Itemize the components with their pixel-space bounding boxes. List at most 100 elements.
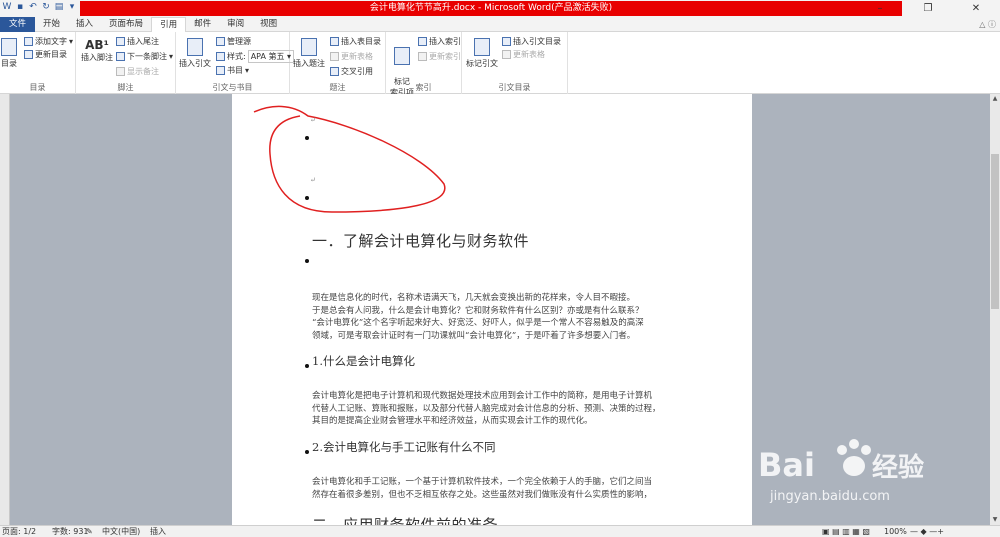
- window-controls: – ❐ ✕: [856, 0, 1000, 17]
- insert-table-of-figures-button[interactable]: 插入表目录: [330, 36, 381, 47]
- minimize-button[interactable]: –: [856, 0, 904, 17]
- paragraph-bullet: [305, 364, 309, 368]
- manage-sources-button[interactable]: 管理源: [216, 36, 251, 47]
- zoom-level[interactable]: 100%: [884, 526, 907, 537]
- tab-insert[interactable]: 插入: [68, 17, 101, 32]
- update-toa-button[interactable]: 更新表格: [502, 49, 545, 60]
- insert-citation-button[interactable]: 插入引文: [178, 38, 212, 69]
- update-table-label: 更新表格: [341, 52, 373, 61]
- caption-icon: [301, 38, 317, 56]
- insert-toa-button[interactable]: 插入引文目录: [502, 36, 561, 47]
- undo-icon[interactable]: ↶: [28, 2, 38, 13]
- mark-entry-icon: [394, 47, 410, 65]
- insert-footnote-button[interactable]: AB¹ 插入脚注: [80, 38, 114, 63]
- zoom-slider[interactable]: — ◆ —+: [910, 526, 944, 537]
- manage-sources-label: 管理源: [227, 37, 251, 46]
- style-selector[interactable]: 样式: APA 第五 ▾: [216, 50, 295, 63]
- redo-icon[interactable]: ↻: [41, 2, 51, 13]
- group-captions: 插入题注 插入表目录 更新表格 交叉引用 题注: [290, 32, 386, 94]
- insert-endnote-label: 插入尾注: [127, 37, 159, 46]
- footnote-ab-icon: AB¹: [85, 38, 109, 52]
- update-index-button[interactable]: 更新索引: [418, 51, 461, 62]
- paragraph-line: 领域，可是考取会计证时有一门功课就叫“会计电算化”，于是吓着了许多想要入门者。: [312, 330, 636, 341]
- next-footnote-button[interactable]: 下一条脚注 ▾: [116, 51, 173, 62]
- view-buttons[interactable]: ▣ ▤ ▥ ▦ ▧: [822, 526, 870, 537]
- cross-reference-button[interactable]: 交叉引用: [330, 66, 373, 77]
- add-text-label: 添加文字: [35, 37, 67, 46]
- heading-1b: 二．应用财务软件前的准备: [312, 516, 499, 525]
- tab-references[interactable]: 引用: [151, 16, 187, 32]
- svg-text:Bai: Bai: [758, 446, 815, 484]
- proofing-icon[interactable]: ✎: [86, 526, 93, 537]
- vertical-ruler: [0, 94, 10, 525]
- insert-endnote-button[interactable]: 插入尾注: [116, 36, 159, 47]
- paragraph-line: 其目的是提高企业财会管理水平和经济效益，从而实现会计工作的现代化。: [312, 416, 593, 426]
- ribbon: 目录 添加文字 ▾ 更新目录 目录 AB¹ 插入脚注 插入尾注 下一条脚注 ▾ 显示…: [0, 32, 1000, 97]
- tab-home[interactable]: 开始: [35, 17, 68, 32]
- insert-caption-button[interactable]: 插入题注: [292, 38, 326, 69]
- update-toa-icon: [502, 50, 511, 59]
- paragraph-line: 会计电算化是把电子计算机和现代数据处理技术应用到会计工作中的简称，是用电子计算机: [312, 391, 653, 401]
- update-toc-label: 更新目录: [35, 50, 67, 59]
- tab-review[interactable]: 审阅: [219, 17, 252, 32]
- style-dropdown[interactable]: APA 第五 ▾: [247, 50, 295, 63]
- page-count[interactable]: 页面: 1/2: [2, 526, 36, 537]
- svg-text:jingyan.baidu.com: jingyan.baidu.com: [769, 489, 890, 504]
- citation-icon: [187, 38, 203, 56]
- bibliography-button[interactable]: 书目 ▾: [216, 65, 249, 76]
- update-index-icon: [418, 52, 427, 61]
- word-count[interactable]: 字数: 931: [52, 526, 89, 537]
- save-icon[interactable]: ▪: [15, 2, 25, 13]
- scrollbar-thumb[interactable]: [991, 154, 999, 309]
- show-notes-button[interactable]: 显示备注: [116, 66, 159, 77]
- paragraph-line: 然存在着很多差别，但也不乏相互依存之处。这些虽然对我们做账没有什么实质性的影响，: [312, 489, 653, 500]
- mark-citation-button[interactable]: 标记引文: [464, 38, 500, 69]
- tab-file[interactable]: 文件: [0, 16, 36, 32]
- paragraph-3: 会计电算化和手工记账，一个基于计算机软件技术，一个完全依赖于人的手脑，它们之间当…: [312, 476, 712, 501]
- insert-index-button[interactable]: 插入索引: [418, 36, 461, 47]
- scroll-up-icon[interactable]: ▲: [990, 94, 1000, 104]
- cross-reference-icon: [330, 67, 339, 76]
- tab-mailings[interactable]: 邮件: [186, 17, 219, 32]
- group-label-authorities: 引文目录: [498, 83, 531, 92]
- document-page[interactable]: ↵ ↵ 一．了解会计电算化与财务软件 现在是信息化的时代，名称术语满天飞，几天就…: [232, 94, 752, 525]
- close-button[interactable]: ✕: [952, 0, 1000, 17]
- help-icon[interactable]: △ ⓘ: [979, 17, 996, 32]
- maximize-button[interactable]: ❐: [904, 0, 952, 17]
- scroll-down-icon[interactable]: ▼: [990, 515, 1000, 525]
- insert-mode[interactable]: 插入: [150, 526, 166, 537]
- status-bar: 页面: 1/2 字数: 931 ✎ 中文(中国) 插入 ▣ ▤ ▥ ▦ ▧ 10…: [0, 525, 1000, 537]
- save-as-icon[interactable]: ▤: [54, 2, 64, 13]
- vertical-scrollbar[interactable]: ▲ ▼: [990, 94, 1000, 525]
- show-notes-label: 显示备注: [127, 67, 159, 76]
- heading-1: 一．了解会计电算化与财务软件: [312, 232, 530, 250]
- insert-toa-label: 插入引文目录: [513, 37, 561, 46]
- style-label: 样式:: [227, 52, 246, 61]
- insert-table-of-figures-label: 插入表目录: [341, 37, 381, 46]
- mark-citation-icon: [474, 38, 490, 56]
- tab-page-layout[interactable]: 页面布局: [101, 17, 151, 32]
- update-toc-button[interactable]: 更新目录: [24, 49, 67, 60]
- heading-2a: 1.什么是会计电算化: [312, 354, 415, 368]
- update-table-button[interactable]: 更新表格: [330, 51, 373, 62]
- customize-toolbar-icon[interactable]: ▾: [67, 2, 77, 13]
- toc-label: 目录: [1, 59, 17, 68]
- insert-caption-label: 插入题注: [293, 59, 325, 68]
- group-authorities: 标记引文 插入引文目录 更新表格 引文目录: [462, 32, 568, 94]
- bibliography-label: 书目: [227, 66, 243, 75]
- language-indicator[interactable]: 中文(中国): [102, 526, 140, 537]
- add-text-button[interactable]: 添加文字 ▾: [24, 36, 73, 47]
- heading-2b: 2.会计电算化与手工记账有什么不同: [312, 440, 496, 454]
- paragraph-bullet: [305, 259, 309, 263]
- paragraph-bullet: [305, 136, 309, 140]
- mark-citation-label: 标记引文: [466, 59, 498, 68]
- paragraph-bullet: [305, 450, 309, 454]
- svg-text:经验: 经验: [872, 452, 924, 483]
- toc-button[interactable]: 目录: [0, 38, 18, 69]
- tab-view[interactable]: 视图: [252, 17, 285, 32]
- paw-logo-icon: Bai 经验 jingyan.baidu.com: [758, 439, 924, 504]
- paragraph-2: 会计电算化是把电子计算机和现代数据处理技术应用到会计工作中的简称，是用电子计算机…: [312, 390, 712, 428]
- insert-index-icon: [418, 37, 427, 46]
- group-index: 标记 索引项 插入索引 更新索引 索引: [386, 32, 462, 97]
- group-footnotes: AB¹ 插入脚注 插入尾注 下一条脚注 ▾ 显示备注 脚注: [76, 32, 176, 94]
